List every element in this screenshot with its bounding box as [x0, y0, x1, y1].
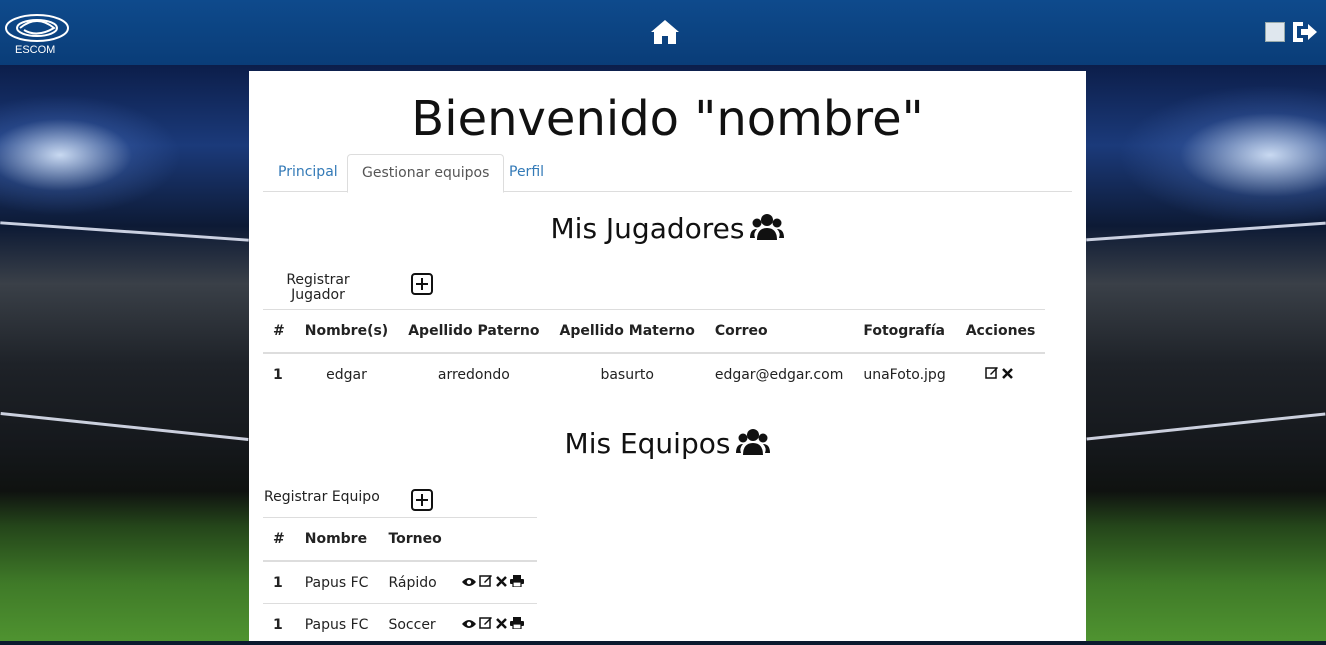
- users-icon: [736, 427, 770, 457]
- user-avatar[interactable]: [1265, 22, 1285, 42]
- print-icon[interactable]: [510, 617, 524, 633]
- col-correo: Correo: [705, 310, 854, 354]
- edit-icon[interactable]: [479, 574, 493, 591]
- players-table: # Nombre(s) Apellido Paterno Apellido Ma…: [263, 309, 1045, 395]
- tab-gestionar-equipos[interactable]: Gestionar equipos: [347, 154, 504, 193]
- cell-nombre: Papus FC: [295, 604, 379, 645]
- edit-icon[interactable]: [985, 366, 999, 383]
- cell-torneo: Rápido: [378, 561, 451, 604]
- register-player-label[interactable]: Registrar Jugador: [283, 273, 353, 303]
- eye-icon[interactable]: [462, 617, 476, 633]
- cell-correo: edgar@edgar.com: [705, 353, 854, 395]
- teams-table: # Nombre Torneo 1 Papus FC Rápido 1 Papu…: [263, 517, 537, 645]
- cell-num: 1: [263, 561, 295, 604]
- sign-out-icon[interactable]: [1290, 19, 1318, 45]
- col-torneo: Torneo: [378, 518, 451, 562]
- cell-nombre: edgar: [295, 353, 398, 395]
- cell-materno: basurto: [550, 353, 705, 395]
- tab-perfil[interactable]: Perfil: [509, 154, 544, 191]
- print-icon[interactable]: [510, 575, 524, 591]
- users-icon: [750, 212, 784, 242]
- col-acciones: Acciones: [956, 310, 1046, 354]
- players-section-title: Mis Jugadores: [249, 212, 1086, 245]
- edit-icon[interactable]: [479, 616, 493, 633]
- col-num: #: [263, 310, 295, 354]
- col-actions: [452, 518, 537, 562]
- cell-torneo: Soccer: [378, 604, 451, 645]
- cell-acciones: [956, 353, 1046, 395]
- home-icon[interactable]: [650, 18, 680, 46]
- main-panel: Bienvenido "nombre" Principal Gestionar …: [249, 71, 1086, 641]
- eye-icon[interactable]: [462, 575, 476, 591]
- players-title-text: Mis Jugadores: [551, 212, 745, 245]
- times-icon[interactable]: [1002, 367, 1013, 383]
- top-navbar: ESCOM: [0, 0, 1326, 65]
- teams-title-text: Mis Equipos: [565, 427, 731, 460]
- page-title: Bienvenido "nombre": [249, 91, 1086, 147]
- teams-table-header: # Nombre Torneo: [263, 518, 537, 562]
- field-line: [1, 412, 249, 441]
- table-row: 1 Papus FC Soccer: [263, 604, 537, 645]
- col-fotografia: Fotografía: [853, 310, 955, 354]
- col-apellido-materno: Apellido Materno: [550, 310, 705, 354]
- cell-num: 1: [263, 353, 295, 395]
- times-icon[interactable]: [496, 617, 507, 633]
- cell-paterno: arredondo: [398, 353, 549, 395]
- logo-text: ESCOM: [15, 44, 55, 56]
- stand-light-line: [1086, 222, 1326, 242]
- table-row: 1 Papus FC Rápido: [263, 561, 537, 604]
- cell-num: 1: [263, 604, 295, 645]
- cell-actions: [452, 604, 537, 645]
- col-nombres: Nombre(s): [295, 310, 398, 354]
- add-player-plus-square-icon[interactable]: [411, 273, 433, 295]
- add-team-plus-square-icon[interactable]: [411, 489, 433, 511]
- cell-foto: unaFoto.jpg: [853, 353, 955, 395]
- tab-principal[interactable]: Principal: [278, 154, 338, 191]
- stand-light-line: [0, 221, 249, 241]
- field-line: [1087, 412, 1326, 440]
- col-apellido-paterno: Apellido Paterno: [398, 310, 549, 354]
- players-table-header: # Nombre(s) Apellido Paterno Apellido Ma…: [263, 310, 1045, 354]
- cell-nombre: Papus FC: [295, 561, 379, 604]
- tab-bar: Principal Gestionar equipos Perfil: [263, 154, 1072, 192]
- times-icon[interactable]: [496, 575, 507, 591]
- col-num: #: [263, 518, 295, 562]
- col-nombre: Nombre: [295, 518, 379, 562]
- cell-actions: [452, 561, 537, 604]
- table-row: 1 edgar arredondo basurto edgar@edgar.co…: [263, 353, 1045, 395]
- register-team-label[interactable]: Registrar Equipo: [264, 489, 380, 505]
- teams-section-title: Mis Equipos: [249, 427, 1086, 460]
